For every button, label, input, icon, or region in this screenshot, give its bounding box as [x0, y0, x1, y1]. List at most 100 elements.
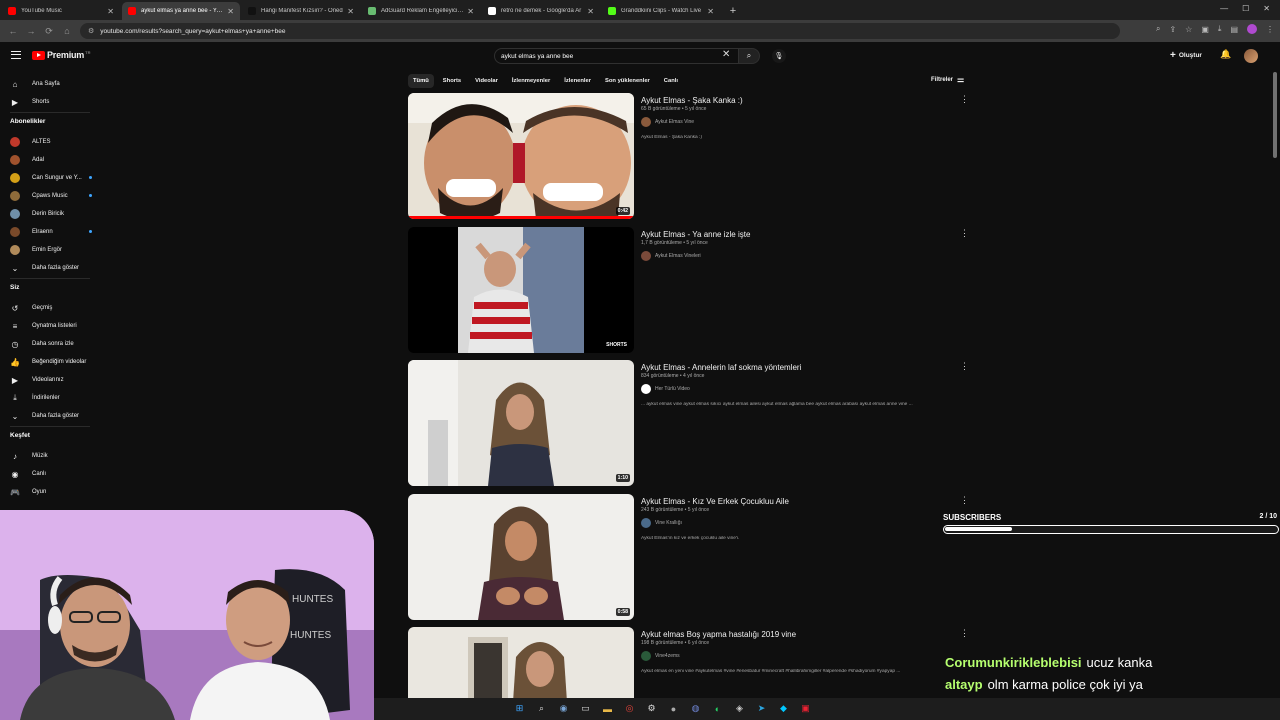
channel-avatar[interactable] — [641, 250, 651, 261]
zoom-icon[interactable]: ⌕ — [1156, 24, 1160, 34]
reload-icon[interactable]: ⟳ — [42, 26, 56, 37]
share-icon[interactable]: ⇪ — [1169, 25, 1176, 34]
sidebar-item[interactable]: ⤓ İndirilenler — [10, 390, 100, 406]
downloads-icon[interactable]: ⤓ — [1218, 24, 1222, 34]
video-result[interactable]: SHORTS Aykut Elmas - Ya anne izle işte 1,7… — [408, 226, 969, 353]
home-browser-icon[interactable]: ⌂ — [60, 26, 74, 36]
filter-chip[interactable]: Canlı — [659, 74, 683, 88]
video-title[interactable]: Aykut Elmas - Annelerin laf sokma yöntem… — [641, 363, 801, 372]
video-title[interactable]: Aykut Elmas - Kız Ve Erkek Çocukluu Aile — [641, 497, 789, 506]
sidebar-item[interactable]: ▶ Shorts — [10, 94, 100, 110]
close-window-icon[interactable]: ✕ — [1263, 4, 1270, 13]
app-icon[interactable]: ▣ — [798, 701, 813, 716]
sidebar-subscription-item[interactable]: Can Sungur ve Y... — [10, 170, 100, 186]
sidebar-item[interactable]: ♪ Müzik — [10, 448, 100, 464]
search-button[interactable]: ⌕ — [738, 48, 760, 64]
subscriptions-heading[interactable]: Abonelikler — [10, 118, 45, 125]
sidebar-item[interactable]: 👍 Beğendiğim videolar — [10, 354, 100, 370]
video-thumbnail[interactable]: 0:42 — [408, 93, 634, 219]
new-tab-icon[interactable]: + — [726, 4, 740, 18]
tab-close-icon[interactable]: ✕ — [707, 7, 714, 16]
notifications-bell-icon[interactable]: 🔔 — [1220, 49, 1231, 60]
sidebar-item[interactable]: ◷ Daha sonra izle — [10, 336, 100, 352]
browser-tab[interactable]: aykut elmas ya anne bee - YouT ✕ — [122, 2, 240, 20]
filter-chip[interactable]: İzlenenler — [559, 74, 596, 88]
video-thumbnail[interactable]: 0:58 — [408, 493, 634, 620]
sidebar-item[interactable]: 🎮 Oyun — [10, 484, 100, 500]
tab-close-icon[interactable]: ✕ — [467, 7, 474, 16]
video-result[interactable]: 1:10 Aykut Elmas - Annelerin laf sokma yö… — [408, 360, 969, 486]
sidebar-item[interactable]: ↺ Geçmiş — [10, 300, 100, 316]
channel-link[interactable]: Her Türlü Video — [641, 384, 690, 394]
filter-chip[interactable]: Son yüklenenler — [600, 74, 655, 88]
account-avatar[interactable] — [1244, 49, 1258, 63]
more-actions-icon[interactable]: ⋮ — [960, 628, 969, 639]
task-view-icon[interactable]: ▭ — [578, 701, 593, 716]
more-actions-icon[interactable]: ⋮ — [960, 495, 969, 506]
tab-close-icon[interactable]: ✕ — [107, 7, 114, 16]
menu-icon[interactable] — [11, 51, 21, 59]
settings-icon[interactable]: ⚙ — [644, 701, 659, 716]
browser-tab[interactable]: Hangi Manifest Kızsın? - Oned ✕ — [242, 2, 360, 20]
taskbar-search-icon[interactable]: ⌕ — [534, 701, 549, 716]
tab-close-icon[interactable]: ✕ — [587, 7, 594, 16]
video-title[interactable]: Aykut Elmas - Ya anne izle işte — [641, 230, 750, 239]
minimize-icon[interactable]: — — [1220, 4, 1228, 13]
video-result[interactable]: 0:58 Aykut Elmas - Kız Ve Erkek Çocukluu … — [408, 493, 969, 620]
tab-close-icon[interactable]: ✕ — [227, 7, 234, 16]
browser-tab[interactable]: YouTube Music ✕ — [2, 2, 120, 20]
create-button[interactable]: + Oluştur — [1170, 50, 1202, 61]
browser-tab[interactable]: retro ne demek - Google'da Ar ✕ — [482, 2, 600, 20]
search-input[interactable]: aykut elmas ya anne bee — [494, 48, 740, 64]
sidebar-item[interactable]: ⌂ Ana Sayfa — [10, 76, 100, 92]
channel-avatar[interactable] — [641, 117, 651, 127]
video-thumbnail[interactable]: SHORTS — [408, 226, 634, 353]
browser-tab[interactable]: AdGuard Reklam Engelleyici - C ✕ — [362, 2, 480, 20]
channel-link[interactable]: Aykut Elmas Vineleri — [641, 250, 701, 261]
browser-menu-icon[interactable]: ⋮ — [1266, 25, 1274, 34]
sidebar-item[interactable]: ⌄ Daha fazla göster — [10, 260, 100, 276]
more-actions-icon[interactable]: ⋮ — [960, 361, 969, 372]
file-explorer-icon[interactable]: ▬ — [600, 701, 615, 716]
video-result[interactable]: 0:42 Aykut Elmas - Şaka Kanka :) 65 B görü… — [408, 93, 969, 219]
url-field[interactable]: ⚙ youtube.com/results?search_query=aykut… — [80, 23, 1120, 39]
page-scrollbar[interactable] — [1273, 72, 1277, 158]
browser-profile-avatar[interactable] — [1247, 24, 1257, 34]
filter-chip[interactable]: Tümü — [408, 74, 434, 88]
sidebar-subscription-item[interactable]: ALTES — [10, 134, 100, 150]
back-icon[interactable]: ← — [6, 26, 20, 36]
sidebar-subscription-item[interactable]: Cpaws Music — [10, 188, 100, 204]
windows-start-icon[interactable]: ⊞ — [512, 701, 527, 716]
youtube-premium-logo[interactable]: Premium TR — [32, 50, 90, 60]
whatsapp-icon[interactable]: ◐ — [710, 701, 725, 716]
maximize-icon[interactable]: ☐ — [1242, 4, 1249, 13]
channel-link[interactable]: Vine4zems — [641, 651, 680, 661]
channel-avatar[interactable] — [641, 651, 651, 661]
filter-chip[interactable]: İzlenmeyenler — [507, 74, 555, 88]
filters-button[interactable]: Filtreler ⚌ — [931, 75, 964, 84]
steam-icon[interactable]: ◉ — [556, 701, 571, 716]
network-icon[interactable]: ◆ — [776, 701, 791, 716]
site-info-icon[interactable]: ⚙ — [88, 27, 94, 35]
telegram-icon[interactable]: ➤ — [754, 701, 769, 716]
clear-search-icon[interactable]: ✕ — [722, 49, 730, 60]
sidebar-subscription-item[interactable]: Adal — [10, 152, 100, 168]
browser-tab[interactable]: Granddkiini Clips - Watch Live ✕ — [602, 2, 720, 20]
chrome-icon[interactable]: ◎ — [622, 701, 637, 716]
channel-link[interactable]: Aykut Elmas Vine — [641, 117, 694, 127]
discord-icon[interactable]: ◍ — [688, 701, 703, 716]
more-actions-icon[interactable]: ⋮ — [960, 228, 969, 239]
channel-avatar[interactable] — [641, 517, 651, 528]
filter-chip[interactable]: Shorts — [438, 74, 466, 88]
video-thumbnail[interactable]: 1:10 — [408, 360, 634, 486]
sidebar-subscription-item[interactable]: Derin Biricik — [10, 206, 100, 222]
bookmark-star-icon[interactable]: ☆ — [1185, 25, 1192, 34]
sidebar-item[interactable]: ⌄ Daha fazla göster — [10, 408, 100, 424]
more-actions-icon[interactable]: ⋮ — [960, 94, 969, 105]
filter-chip[interactable]: Videolar — [470, 74, 503, 88]
video-title[interactable]: Aykut elmas Boş yapma hastalığı 2019 vin… — [641, 630, 796, 639]
channel-avatar[interactable] — [641, 384, 651, 394]
you-heading[interactable]: Siz — [10, 284, 19, 291]
channel-link[interactable]: Vine Krallığı — [641, 517, 682, 528]
sidebar-item[interactable]: ▶ Videolarınız — [10, 372, 100, 388]
